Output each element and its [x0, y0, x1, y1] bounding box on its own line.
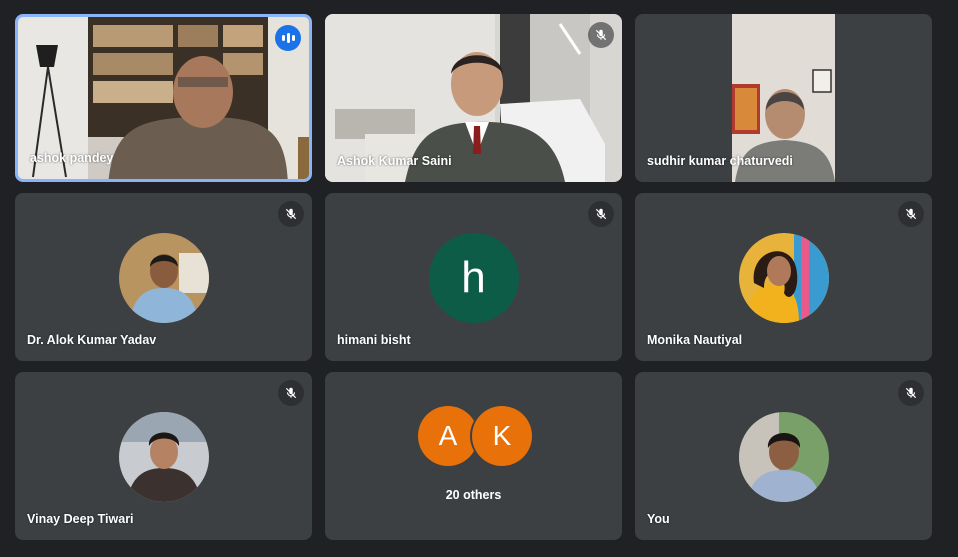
mic-off-icon: [278, 380, 304, 406]
participant-tile-ashok-pandey[interactable]: ashok pandey: [15, 14, 312, 182]
mic-off-icon: [588, 22, 614, 48]
participant-name: Vinay Deep Tiwari: [27, 512, 134, 526]
mic-off-icon: [588, 201, 614, 227]
avatar-initial: h: [428, 233, 519, 323]
meeting-grid: ashok pandey Ashok Kumar Saini sudhir ku…: [0, 0, 958, 557]
others-count-label: 20 others: [445, 488, 502, 502]
participant-name: Ashok Kumar Saini: [337, 154, 452, 168]
participant-name: You: [647, 512, 670, 526]
speaking-indicator-icon: [275, 25, 301, 51]
participant-tile-vinay-deep-tiwari[interactable]: Vinay Deep Tiwari: [15, 372, 312, 540]
mic-off-icon: [278, 201, 304, 227]
avatar: [118, 233, 209, 323]
mic-off-icon: [898, 201, 924, 227]
participant-name: sudhir kumar chaturvedi: [647, 154, 793, 168]
avatar: [118, 412, 209, 502]
participant-tile-ashok-kumar-saini[interactable]: Ashok Kumar Saini: [325, 14, 622, 182]
participant-name: ashok pandey: [30, 151, 114, 165]
mic-off-icon: [898, 380, 924, 406]
participant-name: himani bisht: [337, 333, 411, 347]
avatar: [738, 233, 829, 323]
avatar: [738, 412, 829, 502]
participant-tile-you[interactable]: You: [635, 372, 932, 540]
participant-tile-himani-bisht[interactable]: h himani bisht: [325, 193, 622, 361]
others-avatar-a: A: [418, 406, 478, 466]
others-avatar-k: K: [472, 406, 532, 466]
participant-tile-others[interactable]: A K 20 others: [325, 372, 622, 540]
participant-name: Dr. Alok Kumar Yadav: [27, 333, 157, 347]
participant-name: Monika Nautiyal: [647, 333, 743, 347]
participant-tile-sudhir-kumar-chaturvedi[interactable]: sudhir kumar chaturvedi: [635, 14, 932, 182]
participant-tile-alok-kumar-yadav[interactable]: Dr. Alok Kumar Yadav: [15, 193, 312, 361]
participant-tile-monika-nautiyal[interactable]: Monika Nautiyal: [635, 193, 932, 361]
